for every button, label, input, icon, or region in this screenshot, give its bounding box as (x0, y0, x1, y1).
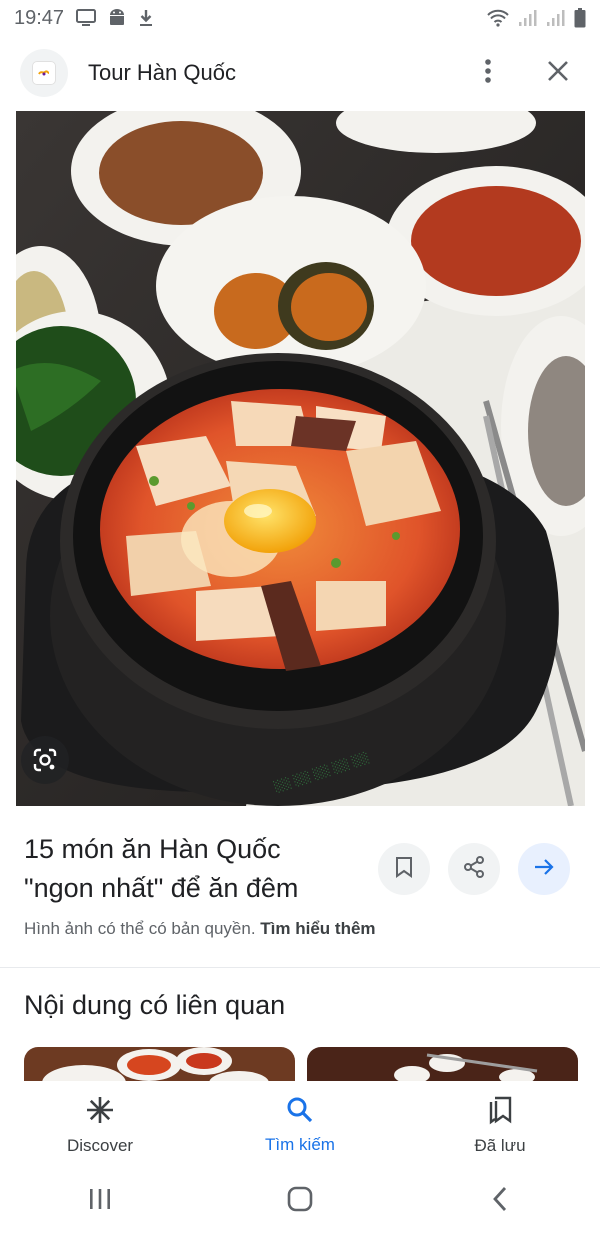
learn-more-link[interactable]: Tìm hiểu thêm (260, 919, 375, 938)
saved-icon (486, 1095, 514, 1130)
bookmark-icon (395, 856, 413, 883)
related-results (24, 1047, 600, 1083)
more-vert-icon (484, 58, 492, 89)
favicon-image (32, 61, 56, 85)
home-button[interactable] (260, 1176, 340, 1226)
screen-cast-icon (76, 9, 97, 27)
signal-icon (546, 9, 566, 27)
related-card[interactable] (24, 1047, 295, 1083)
status-time: 19:47 (14, 6, 65, 29)
share-button[interactable] (448, 843, 500, 895)
result-actions (378, 843, 570, 895)
arrow-forward-icon (533, 857, 555, 882)
related-card[interactable] (307, 1047, 578, 1083)
nav-search-label: Tìm kiếm (265, 1134, 335, 1154)
close-button[interactable] (536, 51, 580, 95)
signal-icon (518, 9, 538, 27)
result-info: 15 món ăn Hàn Quốc "ngon nhất" để ăn đêm… (0, 806, 600, 968)
site-favicon[interactable] (20, 49, 68, 97)
visit-page-button[interactable] (518, 843, 570, 895)
site-title[interactable]: Tour Hàn Quốc (88, 60, 466, 86)
result-title[interactable]: 15 món ăn Hàn Quốc "ngon nhất" để ăn đêm (24, 830, 354, 908)
recent-apps-button[interactable] (60, 1176, 140, 1226)
status-bar: 19:47 (0, 0, 600, 36)
bottom-navigation: Discover Tìm kiếm Đã lưu (0, 1081, 600, 1169)
download-icon (138, 9, 154, 27)
home-icon (287, 1186, 313, 1217)
system-navigation (0, 1169, 600, 1233)
nav-saved-label: Đã lưu (474, 1135, 526, 1155)
viewer-header: Tour Hàn Quốc (0, 44, 600, 102)
battery-icon (574, 8, 586, 28)
nav-discover[interactable]: Discover (20, 1095, 180, 1156)
share-icon (462, 855, 486, 884)
nav-search[interactable]: Tìm kiếm (220, 1096, 380, 1155)
asterisk-icon (85, 1095, 115, 1130)
related-card-thumbnail (307, 1047, 578, 1083)
back-icon (492, 1186, 508, 1217)
wifi-icon (486, 8, 510, 28)
android-icon (108, 8, 126, 28)
back-button[interactable] (460, 1176, 540, 1226)
save-button[interactable] (378, 843, 430, 895)
section-divider (0, 967, 600, 968)
nav-discover-label: Discover (66, 1135, 134, 1155)
copyright-text: Hình ảnh có thể có bản quyền. (24, 919, 256, 938)
related-card-thumbnail (24, 1047, 295, 1083)
nav-saved[interactable]: Đã lưu (420, 1095, 580, 1156)
close-icon (547, 60, 569, 87)
lens-icon (32, 747, 58, 773)
recents-icon (88, 1188, 112, 1215)
search-icon (286, 1096, 314, 1129)
related-heading: Nội dung có liên quan (24, 990, 286, 1020)
result-image[interactable]: ░░ ░░ ░░ ░░ ░░ (16, 111, 585, 806)
copyright-notice: Hình ảnh có thể có bản quyền. Tìm hiểu t… (24, 919, 376, 939)
soup-photo-illustration: ░░ ░░ ░░ ░░ ░░ (16, 111, 585, 806)
google-lens-button[interactable] (21, 736, 69, 784)
more-options-button[interactable] (466, 51, 510, 95)
